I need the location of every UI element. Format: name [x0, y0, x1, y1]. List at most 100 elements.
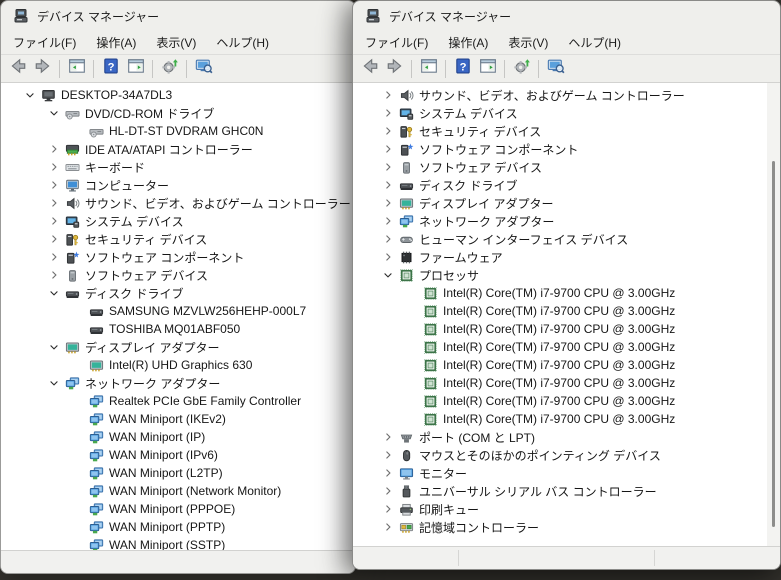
tree-item[interactable]: マウスとそのほかのポインティング デバイス — [353, 446, 780, 464]
tree-item[interactable]: ソフトウェア デバイス — [353, 158, 780, 176]
tree-item[interactable]: WAN Miniport (Network Monitor) — [1, 482, 355, 500]
close-button[interactable] — [730, 1, 780, 33]
tree-item[interactable]: Intel(R) Core(TM) i7-9700 CPU @ 3.00GHz — [353, 338, 780, 356]
tree-item[interactable]: Intel(R) Core(TM) i7-9700 CPU @ 3.00GHz — [353, 374, 780, 392]
help-button[interactable]: ? — [98, 58, 123, 80]
chevron-right-icon[interactable] — [379, 87, 397, 103]
chevron-right-icon[interactable] — [45, 159, 63, 175]
tree-item[interactable]: ヒューマン インターフェイス デバイス — [353, 230, 780, 248]
back-arrow-button[interactable] — [357, 58, 382, 80]
chevron-right-icon[interactable] — [45, 231, 63, 247]
tree-item[interactable]: ディスク ドライブ — [353, 176, 780, 194]
tree-item[interactable]: Intel(R) Core(TM) i7-9700 CPU @ 3.00GHz — [353, 302, 780, 320]
chevron-right-icon[interactable] — [379, 231, 397, 247]
title-bar[interactable]: デバイス マネージャー — [1, 1, 355, 31]
tree-item[interactable]: ディスク ドライブ — [1, 284, 355, 302]
minimize-button[interactable] — [630, 1, 680, 31]
tree-item[interactable]: ファームウェア — [353, 248, 780, 266]
chevron-right-icon[interactable] — [45, 141, 63, 157]
scrollbar-thumb[interactable] — [772, 161, 775, 527]
tree-item[interactable]: DESKTOP-34A7DL3 — [1, 86, 355, 104]
menu-item[interactable]: ファイル(F) — [355, 32, 438, 53]
action-pane-button[interactable] — [123, 58, 148, 80]
chevron-right-icon[interactable] — [379, 159, 397, 175]
chevron-right-icon[interactable] — [379, 213, 397, 229]
tree-item[interactable]: コンピューター — [1, 176, 355, 194]
chevron-down-icon[interactable] — [45, 375, 63, 391]
chevron-right-icon[interactable] — [379, 177, 397, 193]
chevron-down-icon[interactable] — [379, 267, 397, 283]
tree-item[interactable]: ディスプレイ アダプター — [1, 338, 355, 356]
tree-item[interactable]: セキュリティ デバイス — [1, 230, 355, 248]
menu-item[interactable]: 操作(A) — [438, 32, 498, 53]
chevron-right-icon[interactable] — [379, 105, 397, 121]
tree-item[interactable]: WAN Miniport (IP) — [1, 428, 355, 446]
help-button[interactable]: ? — [450, 58, 475, 80]
tree-item[interactable]: Intel(R) Core(TM) i7-9700 CPU @ 3.00GHz — [353, 392, 780, 410]
tree-item[interactable]: 印刷キュー — [353, 500, 780, 518]
tree-item[interactable]: ネットワーク アダプター — [353, 212, 780, 230]
chevron-right-icon[interactable] — [379, 429, 397, 445]
tree-item[interactable]: システム デバイス — [1, 212, 355, 230]
tree-item[interactable]: Realtek PCIe GbE Family Controller — [1, 392, 355, 410]
tree-item[interactable]: SAMSUNG MZVLW256HEHP-000L7 — [1, 302, 355, 320]
forward-arrow-button[interactable] — [30, 58, 55, 80]
tree-item[interactable]: キーボード — [1, 158, 355, 176]
menu-item[interactable]: ファイル(F) — [3, 32, 86, 53]
forward-arrow-button[interactable] — [382, 58, 407, 80]
chevron-right-icon[interactable] — [379, 141, 397, 157]
tree-item[interactable]: WAN Miniport (IPv6) — [1, 446, 355, 464]
tree-item[interactable]: WAN Miniport (PPPOE) — [1, 500, 355, 518]
chevron-right-icon[interactable] — [379, 465, 397, 481]
tree-item[interactable]: WAN Miniport (PPTP) — [1, 518, 355, 536]
tree-item[interactable]: DVD/CD-ROM ドライブ — [1, 104, 355, 122]
device-manager-window-background[interactable]: デバイス マネージャー ファイル(F) 操作(A) 表示(V) ヘルプ(H) ? DE… — [0, 0, 356, 574]
tree-item[interactable]: HL-DT-ST DVDRAM GHC0N — [1, 122, 355, 140]
tree-item[interactable]: プロセッサ — [353, 266, 780, 284]
chevron-down-icon[interactable] — [21, 87, 39, 103]
tree-item[interactable]: Intel(R) Core(TM) i7-9700 CPU @ 3.00GHz — [353, 320, 780, 338]
menu-item[interactable]: ヘルプ(H) — [558, 32, 631, 53]
tree-item[interactable]: WAN Miniport (IKEv2) — [1, 410, 355, 428]
back-arrow-button[interactable] — [5, 58, 30, 80]
tree-item[interactable]: モニター — [353, 464, 780, 482]
tree-item[interactable]: Intel(R) UHD Graphics 630 — [1, 356, 355, 374]
vertical-scrollbar[interactable] — [767, 83, 780, 546]
tree-item[interactable]: ソフトウェア コンポーネント — [1, 248, 355, 266]
chevron-right-icon[interactable] — [45, 249, 63, 265]
tree-item[interactable]: Intel(R) Core(TM) i7-9700 CPU @ 3.00GHz — [353, 410, 780, 428]
device-manager-window-foreground[interactable]: デバイス マネージャー ファイル(F) 操作(A) 表示(V) ヘルプ(H) ? サウ… — [352, 0, 781, 570]
chevron-right-icon[interactable] — [379, 483, 397, 499]
tree-item[interactable]: IDE ATA/ATAPI コントローラー — [1, 140, 355, 158]
menu-item[interactable]: 表示(V) — [146, 32, 206, 53]
maximize-button[interactable] — [680, 1, 730, 33]
tree-item[interactable]: Intel(R) Core(TM) i7-9700 CPU @ 3.00GHz — [353, 284, 780, 302]
chevron-right-icon[interactable] — [45, 267, 63, 283]
chevron-down-icon[interactable] — [45, 105, 63, 121]
console-tree-button[interactable] — [64, 58, 89, 80]
scan-hardware-button[interactable] — [509, 58, 534, 80]
chevron-right-icon[interactable] — [379, 501, 397, 517]
tree-item[interactable]: WAN Miniport (L2TP) — [1, 464, 355, 482]
tree-item[interactable]: ディスプレイ アダプター — [353, 194, 780, 212]
tree-item[interactable]: サウンド、ビデオ、およびゲーム コントローラー — [1, 194, 355, 212]
scan-hardware-button[interactable] — [157, 58, 182, 80]
menu-item[interactable]: 表示(V) — [498, 32, 558, 53]
chevron-right-icon[interactable] — [379, 519, 397, 535]
remote-search-button[interactable] — [543, 58, 568, 80]
chevron-down-icon[interactable] — [45, 339, 63, 355]
menu-item[interactable]: 操作(A) — [86, 32, 146, 53]
chevron-right-icon[interactable] — [45, 213, 63, 229]
tree-item[interactable]: ユニバーサル シリアル バス コントローラー — [353, 482, 780, 500]
chevron-down-icon[interactable] — [45, 285, 63, 301]
chevron-right-icon[interactable] — [379, 195, 397, 211]
chevron-right-icon[interactable] — [45, 177, 63, 193]
action-pane-button[interactable] — [475, 58, 500, 80]
chevron-right-icon[interactable] — [379, 447, 397, 463]
tree-item[interactable]: システム デバイス — [353, 104, 780, 122]
tree-item[interactable]: Intel(R) Core(TM) i7-9700 CPU @ 3.00GHz — [353, 356, 780, 374]
tree-item[interactable]: WAN Miniport (SSTP) — [1, 536, 355, 550]
remote-search-button[interactable] — [191, 58, 216, 80]
tree-item[interactable]: ソフトウェア コンポーネント — [353, 140, 780, 158]
title-bar[interactable]: デバイス マネージャー — [353, 1, 780, 33]
